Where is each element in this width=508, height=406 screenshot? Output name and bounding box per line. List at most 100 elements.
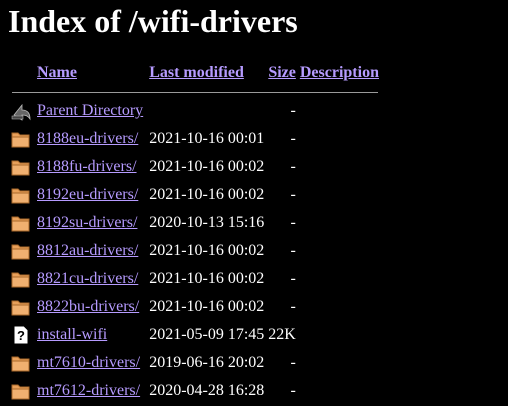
last-modified-cell: 2021-10-16 00:02	[149, 298, 265, 315]
table-row: mt7610-drivers/2019-06-16 20:02 -	[10, 350, 380, 376]
file-link[interactable]: 8812au-drivers/	[37, 242, 138, 259]
last-modified-cell: 2021-10-16 00:02	[149, 186, 265, 203]
size-cell: -	[290, 214, 296, 231]
name-cell: 8188eu-drivers/	[36, 126, 144, 152]
name-cell: 8821cu-drivers/	[36, 266, 144, 292]
back-icon	[11, 101, 33, 121]
sort-by-description-link[interactable]: Description	[300, 64, 379, 81]
row-icon-cell	[10, 126, 34, 152]
size-cell: -	[290, 242, 296, 259]
row-icon-cell	[10, 210, 34, 236]
sort-by-size-link[interactable]: Size	[268, 64, 296, 81]
folder-icon	[11, 129, 33, 149]
description-cell	[299, 238, 380, 264]
name-cell: 8812au-drivers/	[36, 238, 144, 264]
description-cell	[299, 378, 380, 404]
file-link[interactable]: mt7610-drivers/	[37, 354, 140, 371]
name-cell: 8188fu-drivers/	[36, 154, 144, 180]
file-link[interactable]: 8821cu-drivers/	[37, 270, 138, 287]
folder-icon	[11, 213, 33, 233]
size-cell: -	[290, 102, 296, 119]
table-row: 8192eu-drivers/2021-10-16 00:02 -	[10, 182, 380, 208]
name-cell: install-wifi	[36, 322, 144, 348]
last-modified-cell: 2020-10-13 15:16	[149, 214, 265, 231]
description-cell	[299, 182, 380, 208]
header-rule-row	[10, 88, 380, 96]
size-cell: -	[290, 158, 296, 175]
file-link[interactable]: install-wifi	[37, 326, 107, 343]
file-link[interactable]: mt7612-drivers/	[37, 382, 140, 399]
size-cell: 22K	[268, 326, 296, 343]
name-cell: mt7612-drivers/	[36, 378, 144, 404]
size-cell: -	[290, 270, 296, 287]
listing-rows: Parent Directory -8188eu-drivers/2021-10-…	[10, 98, 380, 404]
unknown-file-icon: ?	[11, 325, 33, 345]
table-row: Parent Directory -	[10, 98, 380, 124]
last-modified-cell: 2021-05-09 17:45	[149, 326, 265, 343]
name-cell: 8822bu-drivers/	[36, 294, 144, 320]
size-cell: -	[290, 186, 296, 203]
description-cell	[299, 126, 380, 152]
folder-icon	[11, 241, 33, 261]
last-modified-cell: 2021-10-16 00:02	[149, 242, 265, 259]
description-cell	[299, 350, 380, 376]
last-modified-cell: 2021-10-16 00:02	[149, 270, 265, 287]
name-cell: 8192eu-drivers/	[36, 182, 144, 208]
size-cell: -	[290, 354, 296, 371]
header-icon-cell	[10, 60, 34, 86]
header-row: Name Last modified Size Description	[10, 60, 380, 86]
file-listing-table: Name Last modified Size Description Pare…	[8, 58, 382, 406]
row-icon-cell	[10, 378, 34, 404]
row-icon-cell	[10, 154, 34, 180]
divider	[12, 91, 378, 93]
file-link[interactable]: 8192su-drivers/	[37, 214, 137, 231]
description-cell	[299, 154, 380, 180]
table-row: mt7612-drivers/2020-04-28 16:28 -	[10, 378, 380, 404]
row-icon-cell	[10, 350, 34, 376]
table-row: 8192su-drivers/2020-10-13 15:16 -	[10, 210, 380, 236]
row-icon-cell	[10, 182, 34, 208]
name-cell: 8192su-drivers/	[36, 210, 144, 236]
size-cell: -	[290, 298, 296, 315]
table-row: ? install-wifi 2021-05-09 17:45 22K	[10, 322, 380, 348]
last-modified-cell: 2021-10-16 00:02	[149, 158, 265, 175]
last-modified-cell: 2019-06-16 20:02	[149, 354, 265, 371]
file-link[interactable]: 8192eu-drivers/	[37, 186, 138, 203]
folder-icon	[11, 353, 33, 373]
last-modified-cell	[146, 98, 265, 124]
folder-icon	[11, 269, 33, 289]
last-modified-cell: 2021-10-16 00:01	[149, 130, 265, 147]
row-icon-cell: ?	[10, 322, 34, 348]
row-icon-cell	[10, 266, 34, 292]
row-icon-cell	[10, 294, 34, 320]
svg-text:?: ?	[17, 328, 25, 343]
sort-by-last-modified-link[interactable]: Last modified	[149, 64, 244, 81]
file-link[interactable]: Parent Directory	[37, 102, 143, 119]
table-row: 8821cu-drivers/2021-10-16 00:02 -	[10, 266, 380, 292]
description-cell	[299, 210, 380, 236]
description-cell	[299, 266, 380, 292]
description-cell	[299, 322, 380, 348]
last-modified-cell: 2020-04-28 16:28	[149, 382, 265, 399]
size-cell: -	[290, 382, 296, 399]
description-cell	[299, 98, 380, 124]
folder-icon	[11, 157, 33, 177]
name-cell: mt7610-drivers/	[36, 350, 144, 376]
sort-by-name-link[interactable]: Name	[37, 64, 77, 81]
description-cell	[299, 294, 380, 320]
table-row: 8812au-drivers/2021-10-16 00:02 -	[10, 238, 380, 264]
size-cell: -	[290, 130, 296, 147]
file-link[interactable]: 8188eu-drivers/	[37, 130, 138, 147]
folder-icon	[11, 381, 33, 401]
table-row: 8188fu-drivers/2021-10-16 00:02 -	[10, 154, 380, 180]
file-link[interactable]: 8188fu-drivers/	[37, 158, 137, 175]
file-link[interactable]: 8822bu-drivers/	[37, 298, 139, 315]
name-cell: Parent Directory	[36, 98, 144, 124]
row-icon-cell	[10, 238, 34, 264]
page-title: Index of /wifi-drivers	[8, 3, 298, 39]
table-row: 8822bu-drivers/2021-10-16 00:02 -	[10, 294, 380, 320]
folder-icon	[11, 297, 33, 317]
row-icon-cell	[10, 98, 34, 124]
folder-icon	[11, 185, 33, 205]
table-row: 8188eu-drivers/2021-10-16 00:01 -	[10, 126, 380, 152]
